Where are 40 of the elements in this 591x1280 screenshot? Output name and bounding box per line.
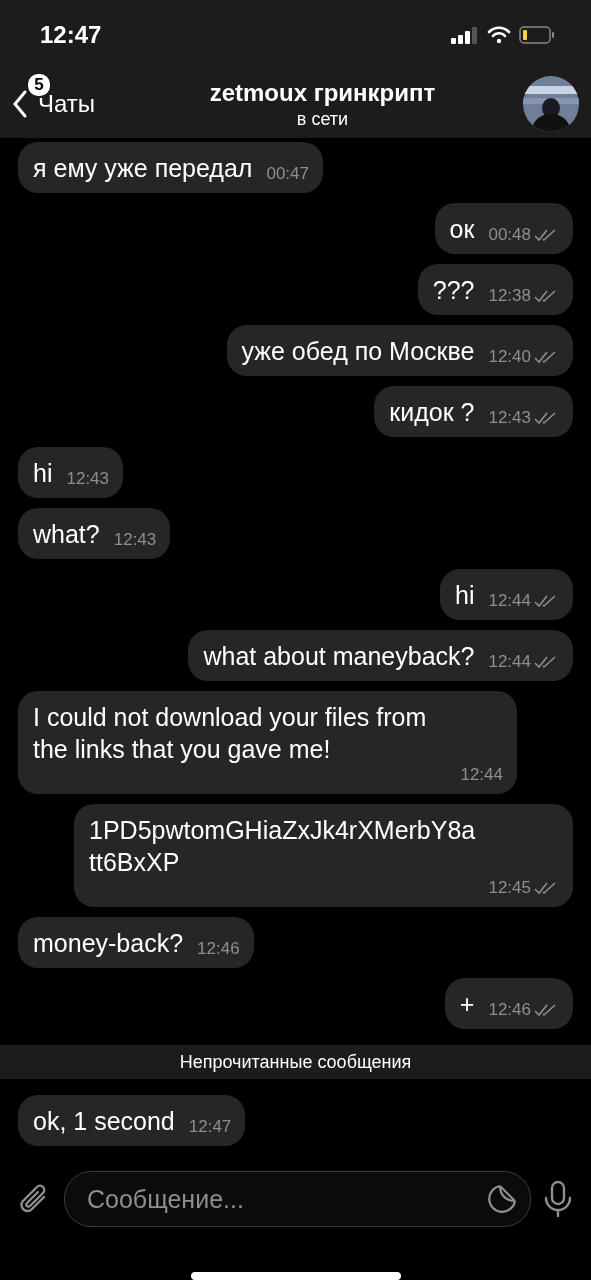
message-time: 12:46 bbox=[197, 939, 240, 959]
message-text: 1PD5pwtomGHiaZxJk4rXMerbY8att6BxXP bbox=[89, 815, 477, 878]
message-text: ok, 1 second bbox=[33, 1106, 175, 1137]
message-field[interactable]: Сообщение... bbox=[64, 1171, 531, 1227]
battery-icon bbox=[519, 26, 555, 44]
signal-icon bbox=[451, 26, 479, 44]
message-time: 00:47 bbox=[266, 164, 309, 184]
chevron-left-icon bbox=[12, 89, 28, 119]
message-text: hi bbox=[455, 580, 475, 611]
message-time: 12:44 bbox=[488, 652, 531, 672]
message-time: 12:47 bbox=[188, 1117, 232, 1137]
message-time: 12:45 bbox=[488, 878, 531, 898]
message-time: 00:48 bbox=[488, 225, 531, 245]
chat-status: в сети bbox=[296, 108, 349, 130]
message-text: кидок ? bbox=[389, 397, 475, 428]
message-text: what? bbox=[33, 519, 100, 550]
message-text: what about maneyback? bbox=[203, 641, 475, 672]
message-time: 12:43 bbox=[66, 469, 109, 489]
microphone-icon[interactable] bbox=[543, 1180, 573, 1218]
sticker-icon[interactable] bbox=[486, 1183, 518, 1215]
divider-text: Непрочитанные сообщения bbox=[179, 1051, 412, 1073]
message-time: 12:43 bbox=[113, 530, 157, 550]
message-time: 12:40 bbox=[488, 347, 531, 367]
message-text: money-back? bbox=[33, 928, 184, 959]
message-text: ок bbox=[449, 214, 475, 245]
message-time: 12:38 bbox=[488, 286, 531, 306]
message-input[interactable]: Сообщение... bbox=[85, 1183, 486, 1215]
wifi-icon bbox=[487, 26, 511, 44]
message-text: ??? bbox=[432, 275, 475, 306]
message-time: 12:43 bbox=[488, 408, 531, 428]
message-text: hi bbox=[33, 458, 53, 489]
message-time: 12:44 bbox=[460, 765, 503, 785]
clock: 12:47 bbox=[40, 21, 102, 49]
message-time: 12:46 bbox=[488, 1000, 531, 1020]
message-text: уже обед по Москве bbox=[241, 336, 475, 367]
message-time: 12:44 bbox=[488, 591, 531, 611]
message-text: я ему уже передал bbox=[33, 153, 253, 184]
chat-title: zetmoux гринкрипт bbox=[209, 78, 436, 107]
message-text: + bbox=[459, 989, 475, 1020]
message-text: I could not download your files from the links that you gave me! bbox=[33, 702, 428, 765]
